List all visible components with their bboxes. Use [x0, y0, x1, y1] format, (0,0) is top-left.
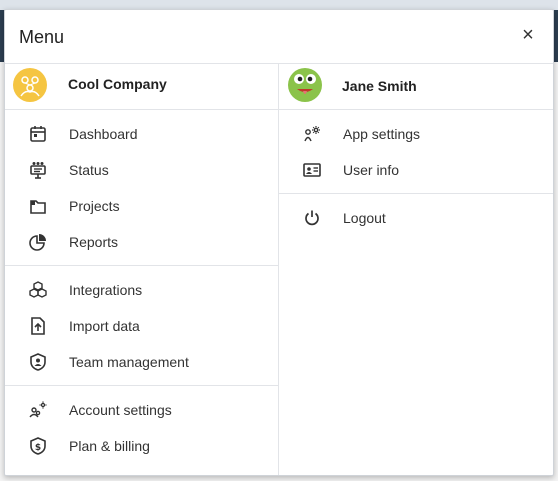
menu-item-label: Reports [69, 234, 119, 250]
menu-item-projects[interactable]: Projects [5, 188, 278, 224]
menu-item-team-management[interactable]: Team management [5, 344, 278, 380]
shield-dollar-icon: $ [29, 437, 47, 455]
user-avatar-image [288, 68, 322, 102]
company-logo-icon [13, 68, 47, 102]
shield-user-icon [29, 353, 47, 371]
menu-item-label: App settings [343, 126, 421, 142]
menu-item-label: User info [343, 162, 400, 178]
nav-section-account: Account settings $ Plan & billing [5, 386, 278, 469]
menu-item-import-data[interactable]: Import data [5, 308, 278, 344]
user-avatar [288, 68, 322, 102]
menu-item-label: Plan & billing [69, 438, 150, 454]
svg-text:$: $ [35, 443, 41, 453]
menu-item-label: Projects [69, 198, 120, 214]
company-name: Cool Company [68, 76, 167, 92]
user-column: Jane Smith App settings User info Logout [279, 64, 553, 475]
background-header-right [554, 10, 558, 62]
menu-item-label: Team management [69, 354, 189, 370]
id-card-icon [303, 161, 321, 179]
menu-item-dashboard[interactable]: Dashboard [5, 116, 278, 152]
user-profile[interactable]: Jane Smith [279, 64, 553, 110]
menu-item-label: Integrations [69, 282, 143, 298]
menu-item-user-info[interactable]: User info [279, 152, 553, 188]
company-avatar [13, 68, 47, 102]
company-column: Cool Company Dashboard Status Projects R… [5, 64, 279, 475]
nav-section-main: Dashboard Status Projects Reports [5, 110, 278, 266]
user-gear-icon [303, 125, 321, 143]
menu-header: Menu × [5, 10, 553, 64]
user-name: Jane Smith [342, 78, 417, 94]
menu-item-label: Status [69, 162, 109, 178]
user-section-settings: App settings User info [279, 110, 553, 194]
menu-item-status[interactable]: Status [5, 152, 278, 188]
menu-item-label: Logout [343, 210, 386, 226]
menu-item-integrations[interactable]: Integrations [5, 272, 278, 308]
menu-item-plan-billing[interactable]: $ Plan & billing [5, 428, 278, 464]
calendar-icon [29, 125, 47, 143]
status-board-icon [29, 161, 47, 179]
cubes-icon [29, 281, 47, 299]
menu-item-reports[interactable]: Reports [5, 224, 278, 260]
users-gear-icon [29, 401, 47, 419]
folder-icon [29, 197, 47, 215]
nav-section-data: Integrations Import data Team management [5, 266, 278, 386]
pie-chart-icon [29, 233, 47, 251]
menu-item-app-settings[interactable]: App settings [279, 116, 553, 152]
menu-item-account-settings[interactable]: Account settings [5, 392, 278, 428]
power-icon [303, 209, 321, 227]
user-section-session: Logout [279, 194, 553, 241]
menu-item-label: Dashboard [69, 126, 138, 142]
upload-file-icon [29, 317, 47, 335]
menu-item-label: Import data [69, 318, 140, 334]
menu-item-label: Account settings [69, 402, 172, 418]
close-button[interactable]: × [517, 24, 539, 46]
menu-item-logout[interactable]: Logout [279, 200, 553, 236]
menu-title: Menu [19, 27, 65, 47]
menu-dialog: Menu × Cool Company Dashboard Status Pro… [4, 9, 554, 476]
company-profile[interactable]: Cool Company [5, 64, 278, 110]
